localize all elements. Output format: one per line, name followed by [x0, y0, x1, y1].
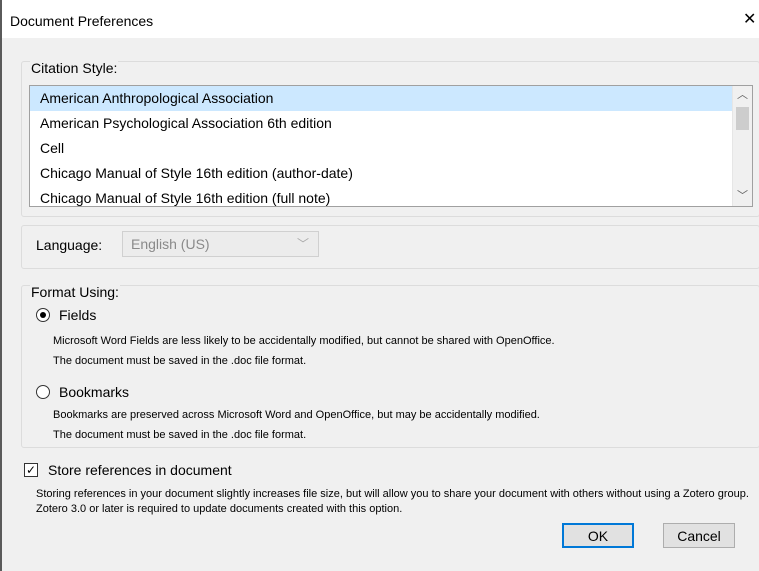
checkmark-icon[interactable]: ✓	[24, 463, 38, 477]
list-item[interactable]: Cell	[30, 136, 732, 161]
document-preferences-dialog: Document Preferences ✕ Citation Style: A…	[0, 0, 759, 571]
format-using-legend: Format Using:	[30, 284, 120, 300]
fields-radio-label[interactable]: Fields	[59, 307, 96, 323]
title-bar[interactable]: Document Preferences ✕	[2, 0, 759, 38]
list-item[interactable]: Chicago Manual of Style 16th edition (au…	[30, 161, 732, 186]
store-references-checkbox[interactable]: ✓ Store references in document	[24, 462, 232, 478]
close-icon[interactable]: ✕	[743, 11, 759, 29]
chevron-down-icon: ﹀	[296, 237, 309, 251]
scroll-up-icon[interactable]: ︿	[733, 87, 752, 104]
cancel-button[interactable]: Cancel	[663, 523, 735, 548]
bookmarks-radio[interactable]: Bookmarks	[36, 384, 129, 400]
language-label: Language:	[36, 237, 103, 253]
radio-unselected-icon[interactable]	[36, 385, 50, 399]
bookmarks-description-2: The document must be saved in the .doc f…	[53, 429, 307, 441]
ok-button[interactable]: OK	[562, 523, 634, 548]
citation-style-list[interactable]: American Anthropological Association Ame…	[29, 85, 753, 207]
scroll-thumb[interactable]	[736, 107, 749, 130]
language-value: English (US)	[131, 236, 210, 252]
fields-description-1: Microsoft Word Fields are less likely to…	[53, 335, 555, 347]
fields-radio[interactable]: Fields	[36, 307, 96, 323]
list-item[interactable]: American Anthropological Association	[30, 86, 732, 111]
window-title: Document Preferences	[10, 13, 154, 29]
citation-style-legend: Citation Style:	[30, 60, 119, 76]
citation-style-items: American Anthropological Association Ame…	[30, 86, 732, 206]
scroll-down-icon[interactable]: ﹀	[733, 188, 752, 205]
store-references-label[interactable]: Store references in document	[48, 462, 232, 478]
radio-selected-icon[interactable]	[36, 308, 50, 322]
list-item[interactable]: Chicago Manual of Style 16th edition (fu…	[30, 186, 732, 206]
dialog-content: Citation Style: American Anthropological…	[2, 38, 759, 571]
language-select: English (US) ﹀	[122, 231, 319, 257]
vertical-scrollbar[interactable]: ︿ ﹀	[732, 86, 752, 206]
bookmarks-radio-label[interactable]: Bookmarks	[59, 384, 129, 400]
store-references-description: Storing references in your document slig…	[36, 488, 749, 515]
bookmarks-description-1: Bookmarks are preserved across Microsoft…	[53, 409, 540, 421]
fields-description-2: The document must be saved in the .doc f…	[53, 355, 307, 367]
list-item[interactable]: American Psychological Association 6th e…	[30, 111, 732, 136]
